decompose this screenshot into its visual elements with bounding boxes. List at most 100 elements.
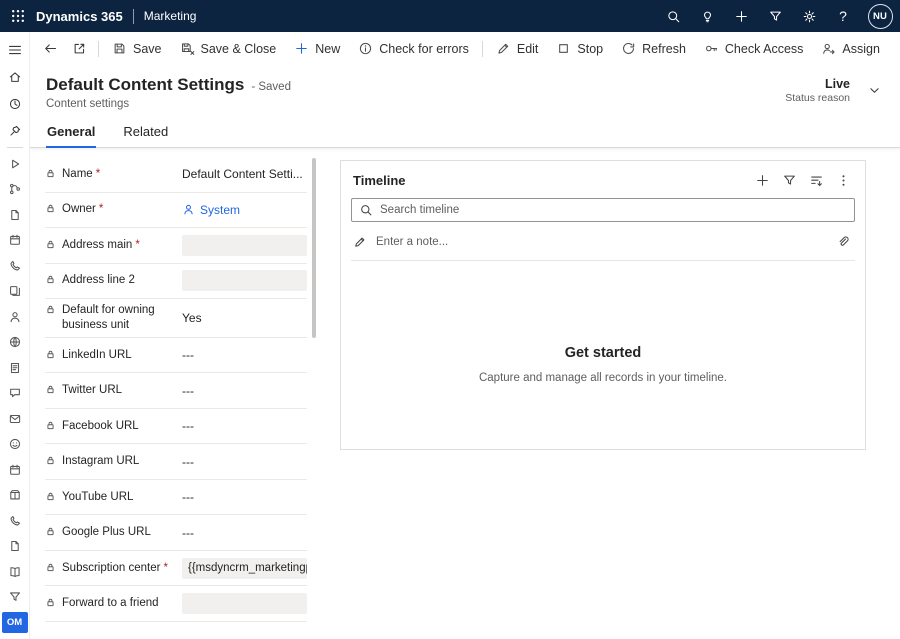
new-button[interactable]: New — [285, 36, 349, 62]
lock-icon — [45, 203, 56, 214]
brand-title: Dynamics 365 — [36, 9, 123, 24]
assign-button[interactable]: Assign — [812, 36, 889, 62]
quick-create-button[interactable] — [724, 0, 758, 32]
field-label: Subscription center* — [45, 561, 177, 576]
sidebar-item-smiley[interactable] — [0, 432, 30, 458]
stop-button[interactable]: Stop — [547, 36, 612, 62]
timeline-filter-button[interactable] — [776, 168, 803, 192]
filter-button[interactable] — [758, 0, 792, 32]
timeline-more-button[interactable] — [830, 168, 857, 192]
tab-related[interactable]: Related — [122, 124, 169, 148]
command-divider — [482, 41, 483, 57]
field-label-text: LinkedIn URL — [62, 349, 132, 361]
plus-icon — [294, 41, 309, 56]
owner-lookup-link[interactable]: System — [182, 203, 307, 217]
address-line2-input[interactable] — [182, 270, 307, 291]
app-launcher-button[interactable] — [0, 0, 36, 32]
settings-button[interactable] — [792, 0, 826, 32]
form-icon — [8, 361, 22, 375]
sidebar-item-document-2[interactable] — [0, 534, 30, 560]
scrollbar-thumb[interactable] — [312, 158, 316, 338]
timeline-search-input[interactable] — [351, 198, 855, 222]
refresh-button[interactable]: Refresh — [612, 36, 695, 62]
chat-icon — [8, 386, 22, 400]
check-for-errors-button[interactable]: Check for errors — [349, 36, 478, 62]
play-icon — [8, 157, 22, 171]
sidebar-item-mail[interactable] — [0, 406, 30, 432]
record-header: Default Content Settings - Saved Content… — [30, 65, 900, 148]
area-switcher[interactable]: OM — [2, 612, 28, 633]
google-plus-value: --- — [182, 526, 194, 540]
record-saved-status: - Saved — [251, 81, 291, 93]
sidebar-item-pinned[interactable] — [0, 117, 30, 144]
form-scrollbar — [311, 158, 317, 639]
sidebar-item-person[interactable] — [0, 304, 30, 330]
more-vertical-icon — [836, 173, 851, 188]
account-button[interactable]: NU — [860, 0, 900, 32]
sidebar-item-book[interactable] — [0, 559, 30, 585]
address-main-input[interactable] — [182, 235, 307, 256]
help-button[interactable]: ? — [826, 0, 860, 32]
field-label: Default for owning business unit — [45, 303, 177, 333]
timeline-collapse-all-button[interactable] — [803, 168, 830, 192]
back-button[interactable] — [36, 36, 65, 62]
forward-friend-input[interactable] — [182, 593, 307, 614]
sidebar-item-copy[interactable] — [0, 279, 30, 305]
lightbulb-button[interactable] — [690, 0, 724, 32]
attach-file-button[interactable] — [833, 232, 853, 252]
timeline-note-row — [351, 227, 855, 261]
sidebar-item-recent[interactable] — [0, 90, 30, 117]
field-label-text: Address main — [62, 239, 132, 251]
back-arrow-icon — [43, 41, 58, 56]
open-record-button[interactable] — [65, 36, 94, 62]
check-access-button[interactable]: Check Access — [695, 36, 813, 62]
sidebar-item-box[interactable] — [0, 483, 30, 509]
home-icon — [8, 70, 22, 84]
sidebar-item-home[interactable] — [0, 63, 30, 90]
hamburger-icon — [7, 42, 23, 58]
timeline-add-button[interactable] — [749, 168, 776, 192]
get-started-title: Get started — [341, 345, 865, 361]
field-value: Default Content Setti... — [177, 167, 307, 181]
avatar: NU — [868, 4, 893, 29]
subscription-center-input[interactable]: {{msdyncrm_marketingp — [182, 558, 307, 579]
field-label: Address main* — [45, 238, 177, 253]
sidebar-item-chat[interactable] — [0, 381, 30, 407]
header-expand-button[interactable] — [862, 79, 886, 103]
sidebar-item-phone[interactable] — [0, 253, 30, 279]
field-label-text: Address line 2 — [62, 274, 135, 286]
sidebar-item-branch[interactable] — [0, 177, 30, 203]
save-and-close-button[interactable]: Save & Close — [171, 36, 286, 62]
edit-button[interactable]: Edit — [487, 36, 548, 62]
tab-general[interactable]: General — [46, 124, 96, 148]
sidebar-item-calendar[interactable] — [0, 228, 30, 254]
field-label: Owner* — [45, 202, 177, 217]
stop-label: Stop — [577, 42, 603, 56]
field-label-text: Name — [62, 168, 93, 180]
field-label-text: YouTube URL — [62, 491, 133, 503]
field-label-text: Instagram URL — [62, 455, 139, 467]
sidebar-item-funnel[interactable] — [0, 585, 30, 611]
field-value: {{msdyncrm_marketingp — [177, 558, 307, 579]
field-value: --- — [177, 419, 307, 433]
required-marker: * — [96, 168, 100, 180]
sidebar-item-calendar-2[interactable] — [0, 457, 30, 483]
sidebar-item-document[interactable] — [0, 202, 30, 228]
sidebar-item-form[interactable] — [0, 355, 30, 381]
share-button[interactable]: Share — [889, 36, 900, 62]
info-icon — [358, 41, 373, 56]
search-button[interactable] — [656, 0, 690, 32]
topbar-actions: ? NU — [656, 0, 900, 32]
lock-icon — [45, 526, 56, 537]
sidebar-item-phone-2[interactable] — [0, 508, 30, 534]
sidebar-item-globe[interactable] — [0, 330, 30, 356]
sitemap-toggle-button[interactable] — [0, 36, 30, 63]
lock-icon — [45, 384, 56, 395]
field-value: --- — [177, 348, 307, 362]
timeline-note-input[interactable] — [376, 236, 824, 248]
app-name[interactable]: Marketing — [144, 9, 197, 23]
sidebar-item-play[interactable] — [0, 151, 30, 177]
field-row-owner: Owner* System — [45, 193, 307, 229]
gear-icon — [802, 9, 817, 24]
save-button[interactable]: Save — [103, 36, 171, 62]
